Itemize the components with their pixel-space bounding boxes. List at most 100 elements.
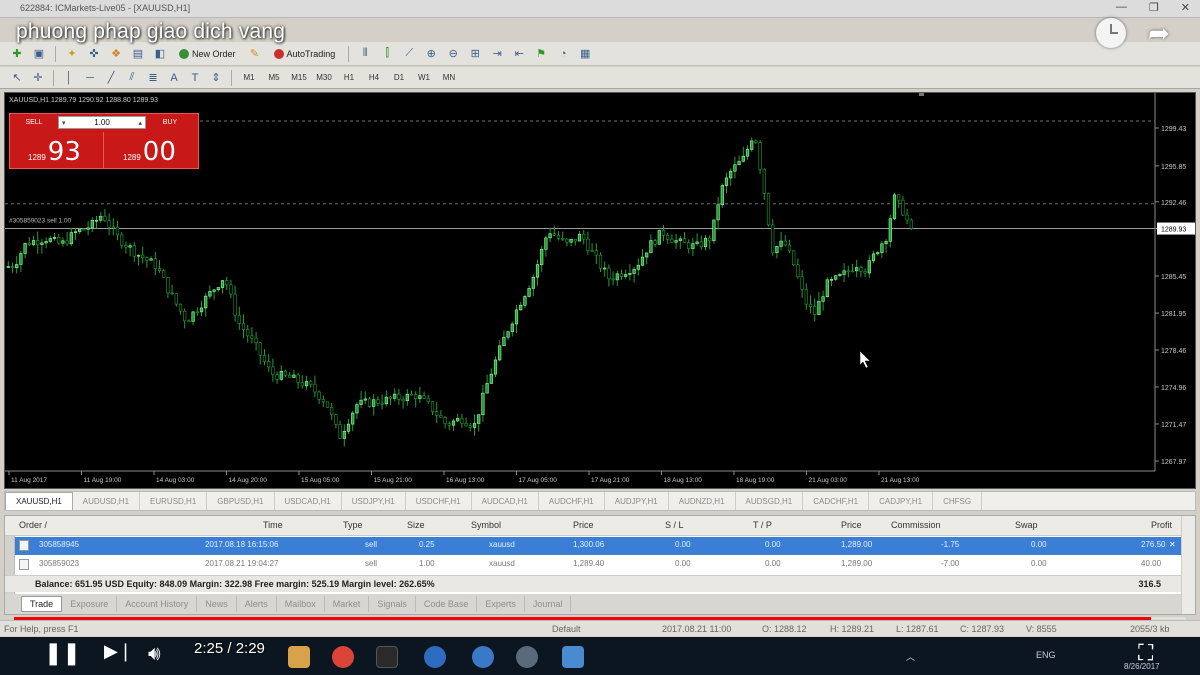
strategy-tester-icon[interactable]: ◧ [151,45,169,63]
terminal-tab-account-history[interactable]: Account History [117,596,198,612]
terminal-tab-exposure[interactable]: Exposure [62,596,118,612]
tray-chevron-icon[interactable]: ︿ [906,650,915,663]
chart-tab[interactable]: XAUUSD,H1 [5,492,73,510]
terminal-tab-alerts[interactable]: Alerts [237,596,277,612]
profiles-icon[interactable]: ▣ [30,45,48,63]
lot-increase-icon[interactable]: ▴ [138,119,142,127]
video-progress-bar[interactable] [14,617,1186,620]
col-tp[interactable]: T / P [753,520,772,530]
chart-tab[interactable]: AUDNZD,H1 [669,492,736,510]
terminal-tab-news[interactable]: News [197,596,237,612]
text-tool-icon[interactable]: A [165,69,183,87]
timeframe-mn[interactable]: MN [438,70,460,86]
chart-tab[interactable]: AUDJPY,H1 [605,492,669,510]
terminal-tab-signals[interactable]: Signals [369,596,416,612]
trendline-icon[interactable]: ╱ [102,69,120,87]
timeframe-w1[interactable]: W1 [413,70,435,86]
table-row[interactable]: 305859023 2017.08.21 19:04:27 sell 1.00 xauu… [15,556,1181,574]
terminal-tab-market[interactable]: Market [325,596,370,612]
buy-button[interactable]: 1289 00 [105,132,199,169]
col-swap[interactable]: Swap [1015,520,1038,530]
metatrader-icon[interactable] [376,646,398,668]
chart-tab[interactable]: USDJPY,H1 [342,492,406,510]
tray-language[interactable]: ENG [1036,650,1056,660]
share-icon[interactable]: ➦ [1148,18,1170,49]
autotrading-button[interactable]: AutoTrading [268,45,342,63]
text-label-icon[interactable]: T [186,69,204,87]
buy-label[interactable]: BUY [146,119,194,126]
chrome-icon[interactable] [332,646,354,668]
cursor-icon[interactable]: ↖ [8,69,26,87]
chart-tab[interactable]: AUDSGD,H1 [736,492,804,510]
pause-icon[interactable]: ❚❚ [44,641,81,666]
timeframe-m1[interactable]: M1 [238,70,260,86]
maximize-button[interactable]: ❐ [1149,1,1159,14]
chart-tab[interactable]: AUDCHF,H1 [539,492,605,510]
chart-tab[interactable]: CHFSG [933,492,983,510]
data-window-icon[interactable]: ✜ [85,45,103,63]
video-title[interactable]: phuong phap giao dich vang [16,20,285,44]
file-explorer-icon[interactable] [288,646,310,668]
chart-tab[interactable]: USDCAD,H1 [275,492,342,510]
chart-tab[interactable]: GBPUSD,H1 [207,492,275,510]
messenger-icon[interactable] [472,646,494,668]
price-chart[interactable]: 1299.43 1295.85 1292.46 1289.93 1285.45 1281.… [4,92,1196,489]
next-icon[interactable]: ▶❘ [104,641,133,662]
chart-tab[interactable]: AUDUSD,H1 [73,492,141,510]
bar-chart-icon[interactable]: ⫴ [356,45,374,63]
zoom-in-icon[interactable]: ⊕ [422,45,440,63]
col-symbol[interactable]: Symbol [471,520,501,530]
navigator-icon[interactable]: ❖ [107,45,125,63]
terminal-tab-experts[interactable]: Experts [477,596,525,612]
line-chart-icon[interactable]: ⟋ [400,45,418,63]
col-size[interactable]: Size [407,520,425,530]
indicators-icon[interactable]: ⚑ [532,45,550,63]
app-icon[interactable] [562,646,584,668]
metaeditor-icon[interactable]: ✎ [246,45,264,63]
watch-later-icon[interactable] [1096,18,1126,48]
new-chart-icon[interactable]: ✚ [8,45,26,63]
templates-icon[interactable]: ▦ [576,45,594,63]
chart-shift-icon[interactable]: ⇤ [510,45,528,63]
terminal-scrollbar[interactable] [1181,516,1195,614]
chart-tab[interactable]: EURUSD,H1 [140,492,208,510]
timeframe-d1[interactable]: D1 [388,70,410,86]
col-profit[interactable]: Profit [1151,520,1172,530]
table-row[interactable]: 305858945 2017.08.18 16:15:06 sell 0.25 xauu… [15,537,1181,555]
terminal-tab-mailbox[interactable]: Mailbox [277,596,325,612]
zoom-out-icon[interactable]: ⊖ [444,45,462,63]
col-order[interactable]: Order / [19,520,47,530]
new-order-button[interactable]: New Order [173,45,242,63]
crosshair-icon[interactable]: ✛ [29,69,47,87]
channel-icon[interactable]: ⫽ [123,69,141,87]
terminal-tab-code-base[interactable]: Code Base [416,596,478,612]
timeframe-m15[interactable]: M15 [288,70,310,86]
settings-gear-icon[interactable] [516,646,538,668]
arrows-icon[interactable]: ⇕ [207,69,225,87]
col-sl[interactable]: S / L [665,520,684,530]
fibonacci-icon[interactable]: ≣ [144,69,162,87]
timeframe-m30[interactable]: M30 [313,70,335,86]
close-order-icon[interactable]: ✕ [1169,540,1176,549]
vertical-line-icon[interactable]: │ [60,69,78,87]
chart-tab[interactable]: CADJPY,H1 [869,492,934,510]
tile-windows-icon[interactable]: ⊞ [466,45,484,63]
fullscreen-icon[interactable]: ⛶ [1138,641,1153,666]
sell-label[interactable]: SELL [10,119,58,126]
chart-tab[interactable]: USDCHF,H1 [406,492,472,510]
col-price[interactable]: Price [573,520,594,530]
chart-tab[interactable]: CADCHF,H1 [803,492,870,510]
terminal-tab-journal[interactable]: Journal [525,596,572,612]
market-watch-icon[interactable]: ✦ [63,45,81,63]
col-commission[interactable]: Commission [891,520,941,530]
periods-icon[interactable]: ◔ [554,45,572,63]
col-type[interactable]: Type [343,520,363,530]
volume-icon[interactable]: 🔊︎ [148,641,161,665]
lot-decrease-icon[interactable]: ▾ [62,119,66,127]
browser-icon[interactable] [424,646,446,668]
sell-button[interactable]: 1289 93 [10,132,104,169]
minimize-button[interactable]: — [1116,1,1127,14]
horizontal-line-icon[interactable]: ─ [81,69,99,87]
terminal-tab-trade[interactable]: Trade [21,596,63,612]
chart-shift-marker[interactable] [919,93,924,96]
